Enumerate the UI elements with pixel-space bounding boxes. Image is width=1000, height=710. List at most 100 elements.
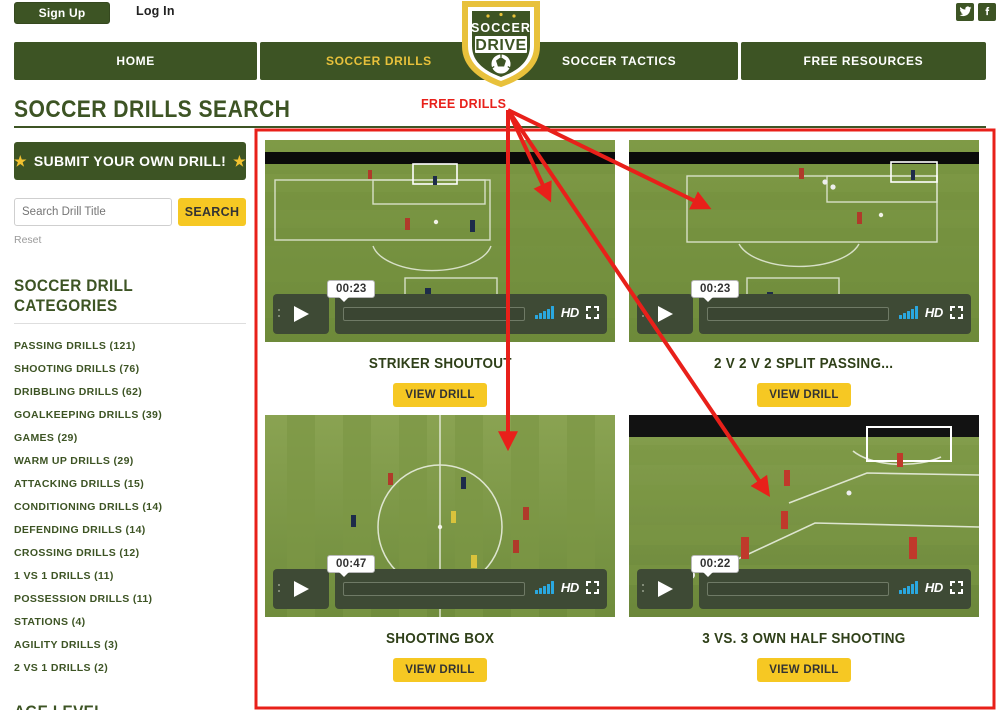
hd-badge[interactable]: HD	[925, 580, 943, 595]
reset-link[interactable]: Reset	[14, 234, 246, 246]
category-attacking-drills[interactable]: ATTACKING DRILLS (15)	[14, 473, 246, 496]
quality-signal-icon[interactable]	[899, 306, 918, 319]
logo-bottom-text: DRIVE	[475, 37, 526, 54]
view-drill-button[interactable]: VIEW DRILL	[393, 383, 487, 407]
progress-scrubber[interactable]	[343, 307, 525, 321]
category-crossing-drills[interactable]: CROSSING DRILLS (12)	[14, 542, 246, 565]
submit-button-label: SUBMIT YOUR OWN DRILL!	[33, 153, 227, 169]
categories-divider	[14, 323, 246, 324]
drill-title: STRIKER SHOUTOUT	[368, 355, 512, 372]
progress-scrubber[interactable]	[707, 307, 889, 321]
log-in-link[interactable]: Log In	[136, 4, 175, 18]
duration-tooltip: 00:22	[691, 555, 740, 577]
nav-item-home[interactable]: HOME	[14, 42, 258, 80]
drill-video-thumbnail[interactable]: HD 00:22	[629, 415, 979, 617]
progress-scrubber[interactable]	[343, 582, 525, 596]
player-right-controls: HD	[899, 580, 963, 595]
twitter-icon[interactable]	[956, 3, 974, 21]
submit-your-own-drill-button[interactable]: ★ SUBMIT YOUR OWN DRILL! ★	[14, 142, 246, 180]
video-controls: HD 00:23	[637, 280, 971, 334]
search-row: SEARCH	[14, 198, 246, 226]
view-drill-button[interactable]: VIEW DRILL	[757, 658, 851, 682]
progress-bar-track[interactable]: HD	[699, 569, 971, 609]
drill-title: SHOOTING BOX	[385, 630, 495, 647]
video-controls: HD 00:22	[637, 555, 971, 609]
category-games[interactable]: GAMES (29)	[14, 427, 246, 450]
grip-dots-icon	[642, 584, 644, 596]
search-button[interactable]: SEARCH	[178, 198, 246, 226]
category-shooting-drills[interactable]: SHOOTING DRILLS (76)	[14, 358, 246, 381]
hd-badge[interactable]: HD	[925, 305, 943, 320]
title-divider	[14, 126, 986, 128]
site-logo[interactable]: SOCCER DRIVE	[455, 0, 547, 88]
video-controls: HD 00:23	[273, 280, 607, 334]
fullscreen-icon[interactable]	[950, 306, 963, 319]
logo-top-text: SOCCER	[471, 21, 531, 35]
play-button[interactable]	[273, 569, 329, 609]
drill-title: 2 V 2 V 2 SPLIT PASSING...	[714, 355, 894, 372]
category-goalkeeping-drills[interactable]: GOALKEEPING DRILLS (39)	[14, 404, 246, 427]
fullscreen-icon[interactable]	[950, 581, 963, 594]
play-button[interactable]	[637, 569, 693, 609]
drill-card: HD 00:47 SHOOTING BOX VIEW DRILL	[258, 407, 622, 682]
player-right-controls: HD	[899, 305, 963, 320]
drill-results: HD 00:23 STRIKER SHOUTOUT VIEW DRILL HD …	[258, 132, 986, 682]
category-dribbling-drills[interactable]: DRIBBLING DRILLS (62)	[14, 381, 246, 404]
category-conditioning-drills[interactable]: CONDITIONING DRILLS (14)	[14, 496, 246, 519]
quality-signal-icon[interactable]	[535, 306, 554, 319]
quality-signal-icon[interactable]	[899, 581, 918, 594]
drill-card: HD 00:23 STRIKER SHOUTOUT VIEW DRILL	[258, 132, 622, 407]
category-list: PASSING DRILLS (121) SHOOTING DRILLS (76…	[14, 335, 246, 680]
category-passing-drills[interactable]: PASSING DRILLS (121)	[14, 335, 246, 358]
progress-bar-track[interactable]: HD	[699, 294, 971, 334]
categories-heading: SOCCER DRILL CATEGORIES	[14, 276, 133, 315]
play-icon	[294, 581, 309, 597]
player-right-controls: HD	[535, 580, 599, 595]
play-button[interactable]	[273, 294, 329, 334]
page-root: Sign Up Log In HOME SOCCER DRILLS SOCCER…	[0, 0, 1000, 710]
progress-bar-track[interactable]: HD	[335, 294, 607, 334]
category-possession-drills[interactable]: POSSESSION DRILLS (11)	[14, 588, 246, 611]
play-icon	[658, 306, 673, 322]
search-input[interactable]	[14, 198, 172, 226]
category-2-vs-1-drills[interactable]: 2 VS 1 DRILLS (2)	[14, 657, 246, 680]
grip-dots-icon	[642, 309, 644, 321]
progress-bar-track[interactable]: HD	[335, 569, 607, 609]
grip-dots-icon	[278, 309, 280, 321]
sign-up-button[interactable]: Sign Up	[14, 2, 110, 24]
duration-tooltip: 00:47	[327, 555, 376, 577]
drill-video-thumbnail[interactable]: HD 00:23	[629, 140, 979, 342]
quality-signal-icon[interactable]	[535, 581, 554, 594]
hd-badge[interactable]: HD	[561, 580, 579, 595]
drill-video-thumbnail[interactable]: HD 00:23	[265, 140, 615, 342]
hd-badge[interactable]: HD	[561, 305, 579, 320]
page-title: SOCCER DRILLS SEARCH	[14, 96, 291, 123]
annotation-label: FREE DRILLS	[421, 97, 507, 111]
view-drill-button[interactable]: VIEW DRILL	[393, 658, 487, 682]
grip-dots-icon	[278, 584, 280, 596]
fullscreen-icon[interactable]	[586, 306, 599, 319]
view-drill-button[interactable]: VIEW DRILL	[757, 383, 851, 407]
drill-card: HD 00:22 3 VS. 3 OWN HALF SHOOTING VIEW …	[622, 407, 986, 682]
play-button[interactable]	[637, 294, 693, 334]
category-1-vs-1-drills[interactable]: 1 VS 1 DRILLS (11)	[14, 565, 246, 588]
fullscreen-icon[interactable]	[586, 581, 599, 594]
nav-item-free-resources[interactable]: FREE RESOURCES	[740, 42, 987, 80]
star-icon-right: ★	[233, 152, 246, 169]
drill-title: 3 VS. 3 OWN HALF SHOOTING	[702, 630, 906, 647]
age-level-heading: AGE LEVEL	[14, 702, 223, 710]
progress-scrubber[interactable]	[707, 582, 889, 596]
play-icon	[294, 306, 309, 322]
facebook-icon[interactable]	[978, 3, 996, 21]
category-defending-drills[interactable]: DEFENDING DRILLS (14)	[14, 519, 246, 542]
category-agility-drills[interactable]: AGILITY DRILLS (3)	[14, 634, 246, 657]
category-stations[interactable]: STATIONS (4)	[14, 611, 246, 634]
drill-video-thumbnail[interactable]: HD 00:47	[265, 415, 615, 617]
drill-grid: HD 00:23 STRIKER SHOUTOUT VIEW DRILL HD …	[258, 132, 986, 682]
play-icon	[658, 581, 673, 597]
sidebar: ★ SUBMIT YOUR OWN DRILL! ★ SEARCH Reset …	[14, 142, 246, 710]
player-right-controls: HD	[535, 305, 599, 320]
star-icon-left: ★	[14, 152, 27, 169]
category-warm-up-drills[interactable]: WARM UP DRILLS (29)	[14, 450, 246, 473]
duration-tooltip: 00:23	[327, 280, 376, 302]
